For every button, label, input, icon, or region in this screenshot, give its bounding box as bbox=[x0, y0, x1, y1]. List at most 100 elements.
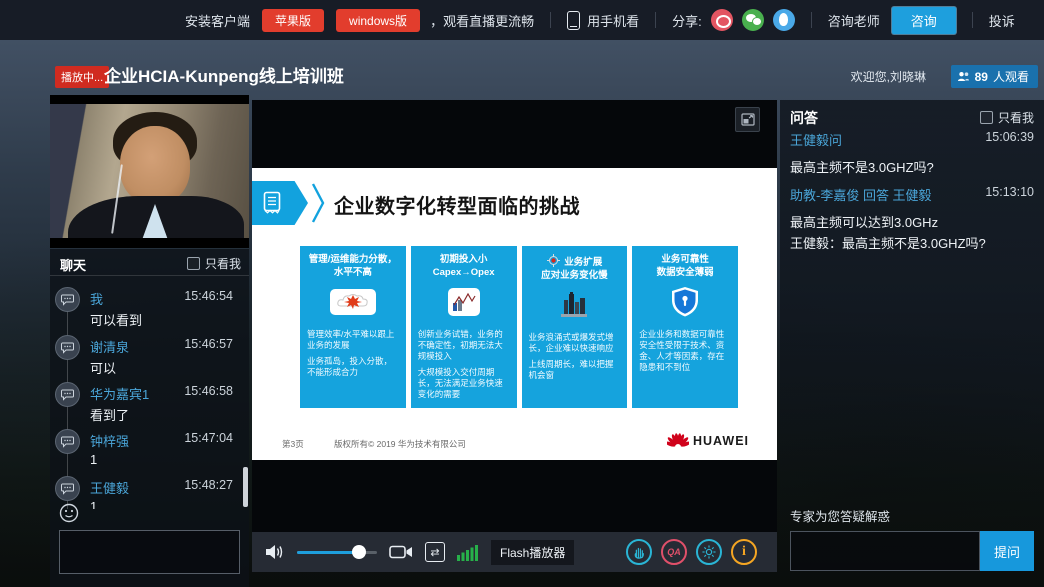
apple-version-button[interactable]: 苹果版 bbox=[262, 9, 324, 32]
qa-timestamp: 15:06:39 bbox=[985, 130, 1034, 144]
popout-icon[interactable] bbox=[735, 107, 760, 132]
box-body-text: 上线周期长，难以把握机会窗 bbox=[529, 359, 621, 381]
chat-message-text: 1 bbox=[90, 499, 97, 509]
flash-player-label: Flash播放器 bbox=[491, 540, 574, 565]
chat-timestamp: 15:47:04 bbox=[184, 431, 233, 445]
box-title-line: 业务扩展 bbox=[564, 257, 602, 268]
challenge-box: 初期投入小 Capex→Opex 创新业务试错，业务的不确定性，初期无法大规模投… bbox=[411, 246, 517, 408]
chat-sender-name: 王健毅 bbox=[90, 478, 129, 497]
chat-timestamp: 15:46:57 bbox=[184, 337, 233, 351]
box-body-text: 业务浪涌式或爆发式增长，企业难以快速响应 bbox=[529, 332, 621, 354]
chat-only-me-label: 只看我 bbox=[205, 255, 241, 272]
chat-bubble-icon bbox=[55, 382, 80, 407]
complaint-button[interactable]: 投诉 bbox=[989, 11, 1015, 30]
qa-message-text: 最高主频可以达到3.0GHz bbox=[790, 212, 1034, 231]
qa-only-me-label: 只看我 bbox=[998, 109, 1034, 126]
qa-message: 王健毅问 15:06:39 最高主频不是3.0GHZ吗? bbox=[790, 130, 1034, 176]
box-body-text: 创新业务试错，业务的不确定性，初期无法大规模投入 bbox=[418, 329, 510, 362]
qa-only-me-checkbox[interactable] bbox=[980, 111, 993, 124]
consult-button[interactable]: 咨询 bbox=[892, 7, 956, 34]
chat-panel: 聊天 只看我 我 15:46:54 可以看到 谢清泉 15:46:57 可以 bbox=[50, 249, 249, 587]
chat-message-text: 看到了 bbox=[90, 405, 129, 424]
challenge-boxes: 管理/运维能力分散，水平不高 管理效率/水平难以跟上业务的发展 业务孤岛，投入分… bbox=[300, 246, 738, 408]
document-icon bbox=[262, 191, 282, 215]
chat-sender-name: 华为嘉宾1 bbox=[90, 384, 149, 403]
qq-icon[interactable] bbox=[773, 9, 795, 31]
box-title-line: 管理/运维能力分散，水平不高 bbox=[309, 254, 397, 278]
presenter-webcam-video bbox=[50, 95, 249, 248]
chevron-right-icon bbox=[311, 181, 326, 225]
box-title-line: 数据安全薄弱 bbox=[657, 267, 714, 278]
chat-input[interactable] bbox=[59, 530, 240, 574]
divider bbox=[550, 12, 551, 28]
huawei-wordmark: HUAWEI bbox=[693, 434, 749, 448]
qa-icon[interactable]: QA bbox=[661, 539, 687, 565]
security-shield-icon bbox=[670, 286, 700, 318]
qa-message: 助教-李嘉俊 回答 王健毅 15:13:10 最高主频可以达到3.0GHz 王健… bbox=[790, 185, 1034, 252]
phone-icon bbox=[567, 11, 580, 30]
info-icon[interactable]: i bbox=[731, 539, 757, 565]
speaker-icon[interactable] bbox=[265, 543, 285, 561]
viewer-count: 89 bbox=[975, 70, 988, 84]
box-body-text: 管理效率/水平难以跟上业务的发展 bbox=[307, 329, 399, 351]
qa-input-row: 提问 bbox=[790, 531, 1034, 571]
qa-panel: 问答 只看我 王健毅问 15:06:39 最高主频不是3.0GHZ吗? 助教-李… bbox=[780, 100, 1044, 587]
chat-sender-name: 钟梓强 bbox=[90, 431, 129, 450]
welcome-text: 欢迎您,刘晓琳 bbox=[851, 68, 926, 85]
share-label: 分享: bbox=[672, 11, 702, 30]
slide-copyright: 版权所有© 2019 华为技术有限公司 bbox=[334, 438, 466, 450]
slide-page-number: 第3页 bbox=[282, 438, 304, 450]
person-icon bbox=[957, 71, 970, 83]
volume-slider[interactable] bbox=[297, 551, 377, 554]
watch-on-mobile-label: 用手机看 bbox=[587, 11, 639, 30]
webcam-scene bbox=[50, 104, 249, 238]
box-title-line: 应对业务变化慢 bbox=[541, 270, 608, 281]
chat-only-me-checkbox[interactable] bbox=[187, 257, 200, 270]
viewer-count-badge: 89 人观看 bbox=[951, 65, 1038, 88]
qa-prompt-label: 专家为您答疑解惑 bbox=[790, 506, 890, 525]
ask-question-button[interactable]: 提问 bbox=[980, 531, 1034, 571]
windows-version-button[interactable]: windows版 bbox=[336, 9, 420, 32]
screen-swap-icon[interactable]: ⇄ bbox=[425, 542, 445, 562]
viewer-label: 人观看 bbox=[993, 68, 1029, 85]
wechat-icon[interactable] bbox=[742, 9, 764, 31]
course-header: 播放中... 企业HCIA-Kunpeng线上培训班 欢迎您,刘晓琳 89 人观… bbox=[0, 44, 1044, 92]
buildings-icon bbox=[557, 290, 591, 320]
qa-message-text: 最高主频不是3.0GHZ吗? bbox=[790, 157, 1034, 176]
qa-title: 问答 bbox=[790, 108, 818, 128]
camera-icon[interactable] bbox=[389, 544, 413, 560]
cloud-burst-icon bbox=[330, 289, 376, 315]
consult-teacher-label: 咨询老师 bbox=[828, 11, 880, 30]
chat-bubble-icon bbox=[55, 476, 80, 501]
chat-bubble-icon bbox=[55, 335, 80, 360]
huawei-logo: HUAWEI bbox=[667, 432, 749, 449]
qa-message-text: 王健毅：最高主频不是3.0GHZ吗? bbox=[790, 233, 1034, 252]
qa-sender-name: 王健毅问 bbox=[790, 133, 842, 148]
page-title: 企业HCIA-Kunpeng线上培训班 bbox=[104, 62, 344, 87]
box-title-line: 业务可靠性 bbox=[661, 254, 709, 265]
chat-message-list: 我 15:46:54 可以看到 谢清泉 15:46:57 可以 华为嘉宾1 15… bbox=[50, 277, 249, 509]
box-body-text: 大规模投入交付周期长，无法满足业务快速变化的需要 bbox=[418, 367, 510, 400]
qa-sender-name: 助教-李嘉俊 回答 王健毅 bbox=[790, 188, 932, 203]
emoji-icon[interactable] bbox=[59, 503, 79, 523]
slide-title-pennant bbox=[252, 181, 308, 225]
slide-footer: 第3页 版权所有© 2019 华为技术有限公司 HUAWEI bbox=[252, 434, 777, 454]
growth-chart-icon bbox=[448, 288, 480, 316]
presenter-face bbox=[120, 126, 190, 204]
divider bbox=[972, 12, 973, 28]
qa-question-input[interactable] bbox=[790, 531, 980, 571]
settings-icon[interactable] bbox=[696, 539, 722, 565]
chat-message-text: 可以 bbox=[90, 358, 116, 377]
weibo-icon[interactable] bbox=[711, 9, 733, 31]
chat-scrollbar-thumb[interactable] bbox=[243, 467, 248, 507]
huawei-flower-icon bbox=[667, 432, 689, 449]
top-bar: 安装客户端 苹果版 windows版 ，观看直播更流畅 用手机看 分享: 咨询老… bbox=[0, 0, 1044, 40]
chat-bubble-icon bbox=[55, 287, 80, 312]
qa-header: 问答 只看我 bbox=[780, 100, 1044, 130]
volume-fill bbox=[297, 551, 359, 554]
player-action-buttons: QA i bbox=[626, 539, 757, 565]
raise-hand-icon[interactable] bbox=[626, 539, 652, 565]
volume-knob[interactable] bbox=[352, 545, 366, 559]
video-player: 企业数字化转型面临的挑战 管理/运维能力分散，水平不高 管理效率/水平难以跟上业… bbox=[252, 100, 777, 572]
box-body-text: 企业业务和数据可靠性安全性受限于技术、资金、人才等因素，存在隐患和不到位 bbox=[639, 329, 731, 373]
